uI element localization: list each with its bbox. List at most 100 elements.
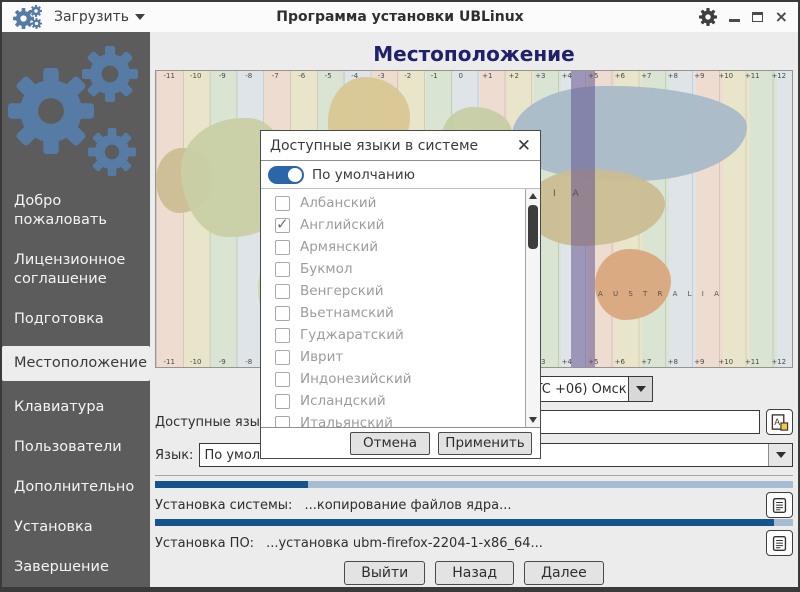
map-label-australia: A U S T R A L I A: [598, 290, 723, 298]
sidebar-item[interactable]: Местоположение: [2, 346, 150, 381]
language-option[interactable]: Венгерский: [261, 280, 525, 302]
cancel-button[interactable]: Отмена: [350, 432, 430, 455]
checkbox[interactable]: [275, 240, 290, 255]
utc-offset-label: +10: [713, 72, 740, 80]
selected-timezone-band: [571, 71, 596, 367]
sidebar-item[interactable]: Пользователи: [2, 434, 150, 461]
language-option[interactable]: Исландский: [261, 390, 525, 412]
language-option[interactable]: Албанский: [261, 192, 525, 214]
software-progress-fill: [155, 519, 774, 526]
checkbox[interactable]: [275, 372, 290, 387]
load-menu-button[interactable]: Загрузить: [54, 9, 145, 25]
open-languages-dialog-button[interactable]: A: [766, 409, 793, 435]
minimize-icon[interactable]: [729, 19, 740, 22]
language-option[interactable]: Вьетнамский: [261, 302, 525, 324]
utc-offset-label: -11: [156, 72, 183, 80]
page-title: Местоположение: [155, 41, 793, 67]
utc-offset-label: -1: [421, 72, 448, 80]
utc-offset-label: -9: [209, 72, 236, 80]
system-progress-status: ...копирование файлов ядра...: [304, 498, 511, 513]
utc-offset-label: -8: [236, 358, 263, 366]
software-progress-status: ...установка ubm-firefox-2204-1-x86_64..…: [266, 536, 543, 551]
translate-icon: A: [770, 413, 789, 432]
sidebar: Добро пожаловать Лицензионное соглашение П…: [2, 32, 150, 587]
system-progress-fill: [155, 481, 308, 488]
checkbox[interactable]: [275, 416, 290, 428]
checkbox[interactable]: [275, 328, 290, 343]
language-list: Албанский Английский Армянский Букмол Ве…: [261, 189, 525, 427]
close-icon[interactable]: ×: [775, 10, 788, 24]
software-log-button[interactable]: [766, 530, 793, 556]
language-option[interactable]: Иврит: [261, 346, 525, 368]
sidebar-item[interactable]: Завершение: [2, 554, 150, 581]
utc-offset-label: 0: [448, 72, 475, 80]
map-land-russia: [512, 86, 747, 181]
utc-offset-label: +10: [713, 358, 740, 366]
checkbox[interactable]: [275, 350, 290, 365]
utc-offset-label: -5: [315, 72, 342, 80]
checkbox[interactable]: [275, 218, 290, 233]
language-option[interactable]: Гуджаратский: [261, 324, 525, 346]
utc-offset-label: +7: [633, 358, 660, 366]
maximize-icon[interactable]: [752, 12, 763, 22]
language-option[interactable]: Итальянский: [261, 412, 525, 427]
utc-offset-label: +11: [739, 358, 766, 366]
sidebar-item[interactable]: Лицензионное соглашение: [2, 247, 150, 293]
utc-offset-label: -6: [289, 72, 316, 80]
sidebar-item[interactable]: Клавиатура: [2, 394, 150, 421]
language-option[interactable]: Индонезийский: [261, 368, 525, 390]
chevron-down-icon: [135, 14, 145, 20]
svg-text:A: A: [774, 417, 780, 427]
titlebar: Загрузить Программа установки UBLinux ×: [2, 2, 798, 32]
utc-offset-label: -11: [156, 358, 183, 366]
back-button[interactable]: Назад: [435, 561, 514, 585]
language-option[interactable]: Букмол: [261, 258, 525, 280]
system-log-button[interactable]: [766, 492, 793, 518]
load-menu-label: Загрузить: [54, 9, 129, 25]
software-progress-label: Установка ПО:: [155, 536, 254, 551]
dialog-close-icon[interactable]: ✕: [517, 138, 531, 154]
default-toggle[interactable]: [268, 166, 304, 184]
chevron-down-icon: [776, 452, 786, 458]
utc-offset-label: +7: [633, 72, 660, 80]
settings-gear-icon[interactable]: [699, 8, 717, 26]
app-gears-icon: [12, 4, 44, 30]
checkbox[interactable]: [275, 306, 290, 321]
checkbox[interactable]: [275, 262, 290, 277]
utc-offset-label: +2: [501, 72, 528, 80]
sidebar-item[interactable]: Добро пожаловать: [2, 188, 150, 234]
utc-offset-label: +4: [554, 72, 581, 80]
sidebar-item[interactable]: Установка: [2, 514, 150, 541]
apply-button[interactable]: Применить: [438, 432, 532, 455]
dialog-scrollbar[interactable]: [525, 189, 540, 427]
log-icon: [771, 535, 788, 552]
utc-offset-label: -2: [395, 72, 422, 80]
exit-button[interactable]: Выйти: [344, 561, 425, 585]
language-option[interactable]: Английский: [261, 214, 525, 236]
utc-offset-label: +8: [660, 358, 687, 366]
utc-offset-label: -8: [236, 72, 263, 80]
language-dropdown-button[interactable]: [768, 444, 792, 466]
scroll-down-icon[interactable]: [526, 413, 540, 427]
utc-offset-label: +3: [527, 72, 554, 80]
sidebar-gears-graphic: [6, 40, 146, 182]
utc-offset-label: -9: [209, 358, 236, 366]
checkbox[interactable]: [275, 196, 290, 211]
language-option[interactable]: Армянский: [261, 236, 525, 258]
checkbox[interactable]: [275, 394, 290, 409]
software-progress-bar: [155, 519, 793, 526]
map-land-australia: [595, 249, 671, 320]
checkbox[interactable]: [275, 284, 290, 299]
timezone-dropdown-button[interactable]: [628, 377, 652, 401]
sidebar-item[interactable]: Дополнительно: [2, 474, 150, 501]
sidebar-item[interactable]: Подготовка: [2, 306, 150, 333]
chevron-down-icon: [636, 386, 646, 392]
next-button[interactable]: Далее: [524, 561, 604, 585]
log-icon: [771, 497, 788, 514]
utc-offset-label: +9: [686, 358, 713, 366]
scroll-up-icon[interactable]: [526, 189, 540, 203]
scrollbar-thumb[interactable]: [528, 205, 538, 249]
utc-offset-label: +8: [660, 72, 687, 80]
utc-offset-label: +1: [474, 72, 501, 80]
tz-offsets-top: -11-10-9-8-7-6-5-4-3-2-10+1+2+3+4+5+6+7+…: [156, 72, 792, 80]
